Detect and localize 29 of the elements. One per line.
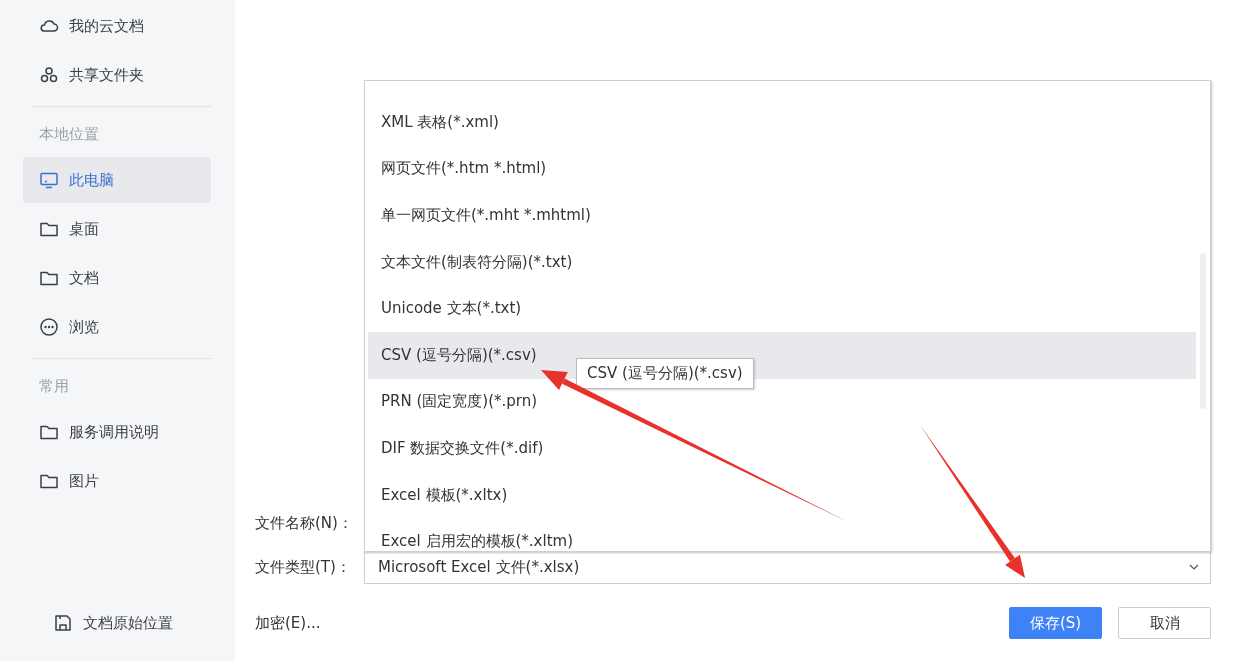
- cancel-button[interactable]: 取消: [1118, 607, 1211, 639]
- dropdown-option[interactable]: DIF 数据交换文件(*.dif): [368, 425, 1196, 472]
- sidebar-item[interactable]: 服务调用说明: [23, 409, 211, 455]
- encrypt-link[interactable]: 加密(E)...: [255, 613, 321, 633]
- filetype-label: 文件类型(T)：: [255, 557, 352, 577]
- section-heading: 本地位置: [38, 124, 100, 145]
- dropdown-option[interactable]: XML 表格(*.xml): [368, 99, 1196, 146]
- more-icon: [39, 317, 59, 337]
- save-icon: [53, 613, 73, 633]
- sidebar-item[interactable]: 我的云文档: [23, 3, 211, 49]
- sidebar-item[interactable]: 共享文件夹: [23, 52, 211, 98]
- sidebar-item[interactable]: 桌面: [23, 206, 211, 252]
- filename-label: 文件名称(N)：: [255, 513, 354, 533]
- dropdown-option[interactable]: 单一网页文件(*.mht *.mhtml): [368, 192, 1196, 239]
- dropdown-option[interactable]: Excel 模板(*.xltx): [368, 471, 1196, 519]
- tooltip: CSV (逗号分隔)(*.csv): [576, 358, 754, 389]
- dropdown-option[interactable]: Unicode 文本(*.txt): [368, 285, 1196, 332]
- original-location-button[interactable]: 文档原始位置: [53, 609, 173, 637]
- monitor-icon: [39, 170, 59, 190]
- dropdown-option[interactable]: Excel 启用宏的模板(*.xltm): [368, 518, 1196, 551]
- dropdown-option[interactable]: 网页文件(*.htm *.html): [368, 145, 1196, 193]
- section-heading: 常用: [38, 376, 70, 397]
- sidebar-item[interactable]: 浏览: [23, 304, 211, 350]
- share-icon: [39, 65, 59, 85]
- dropdown-option[interactable]: 文本文件(制表符分隔)(*.txt): [368, 238, 1196, 286]
- sidebar-item[interactable]: 此电脑: [23, 157, 211, 203]
- sidebar-item[interactable]: 文档: [23, 255, 211, 301]
- save-button[interactable]: 保存(S): [1009, 607, 1102, 639]
- sidebar-item[interactable]: 图片: [23, 458, 211, 504]
